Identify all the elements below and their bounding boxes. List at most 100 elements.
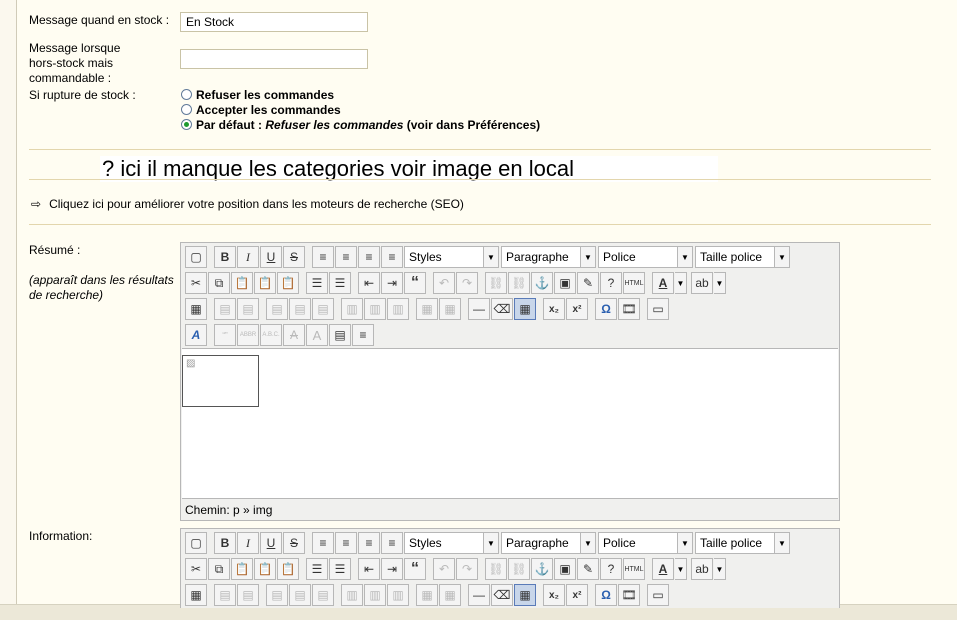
bold-button[interactable]: B: [214, 246, 236, 268]
insert-col-after-icon[interactable]: ▥: [364, 298, 386, 320]
copy-icon[interactable]: ⧉: [208, 272, 230, 294]
merge-cells-icon[interactable]: ▦: [439, 298, 461, 320]
chevron-down-icon[interactable]: ▼: [714, 558, 726, 580]
highlight-color-icon[interactable]: ab: [691, 272, 713, 294]
image-icon[interactable]: ▣: [554, 272, 576, 294]
help-icon[interactable]: ?: [600, 558, 622, 580]
cut-icon[interactable]: ✂: [185, 272, 207, 294]
font-color-icon[interactable]: A: [652, 272, 674, 294]
paragraph-select[interactable]: Paragraphe ▼: [501, 246, 596, 268]
underline-button[interactable]: U: [260, 246, 282, 268]
bullet-list-icon[interactable]: ☰: [306, 272, 328, 294]
delete-row-icon[interactable]: ▤: [312, 584, 334, 606]
radio-accept-orders[interactable]: Accepter les commandes: [181, 102, 341, 117]
paste-icon[interactable]: 📋: [231, 272, 253, 294]
instock-input[interactable]: [180, 12, 368, 32]
help-icon[interactable]: ?: [600, 272, 622, 294]
align-center-icon[interactable]: ≡: [335, 246, 357, 268]
radio-default[interactable]: Par défaut : Refuser les commandes (voir…: [181, 117, 540, 132]
row-props-icon[interactable]: ▤: [214, 584, 236, 606]
paste-text-icon[interactable]: 📋: [254, 272, 276, 294]
insert-row-after-icon[interactable]: ▤: [289, 298, 311, 320]
italic-button[interactable]: I: [237, 246, 259, 268]
align-justify-icon[interactable]: ≡: [381, 532, 403, 554]
chevron-down-icon[interactable]: ▼: [675, 558, 687, 580]
copy-icon[interactable]: ⧉: [208, 558, 230, 580]
fullscreen-icon[interactable]: ▭: [647, 584, 669, 606]
font-color-icon[interactable]: A: [652, 558, 674, 580]
font-select[interactable]: Police ▼: [598, 246, 693, 268]
style-props-icon[interactable]: A: [185, 324, 207, 346]
unlink-icon[interactable]: ⛓: [508, 272, 530, 294]
insert-row-before-icon[interactable]: ▤: [266, 584, 288, 606]
undo-icon[interactable]: ↶: [433, 272, 455, 294]
blockquote-icon[interactable]: “: [404, 558, 426, 580]
remove-format-icon[interactable]: ⌫: [491, 298, 513, 320]
pagebreak-icon[interactable]: ≡: [352, 324, 374, 346]
broken-image-placeholder[interactable]: ▨: [182, 355, 259, 407]
styles-select[interactable]: Styles ▼: [404, 532, 499, 554]
insert-col-before-icon[interactable]: ▥: [341, 584, 363, 606]
delete-row-icon[interactable]: ▤: [312, 298, 334, 320]
delete-text-icon[interactable]: A: [283, 324, 305, 346]
anchor-icon[interactable]: ⚓: [531, 272, 553, 294]
outdent-icon[interactable]: ⇤: [358, 558, 380, 580]
font-size-select[interactable]: Taille police ▼: [695, 246, 790, 268]
table-insert-icon[interactable]: ▦: [185, 584, 207, 606]
highlight-color-icon[interactable]: ab: [691, 558, 713, 580]
align-center-icon[interactable]: ≡: [335, 532, 357, 554]
new-document-icon[interactable]: ▢: [185, 246, 207, 268]
paste-text-icon[interactable]: 📋: [254, 558, 276, 580]
align-right-icon[interactable]: ≡: [358, 532, 380, 554]
cell-props-icon[interactable]: ▤: [237, 584, 259, 606]
anchor-icon[interactable]: ⚓: [531, 558, 553, 580]
align-left-icon[interactable]: ≡: [312, 532, 334, 554]
radio-button-selected[interactable]: [181, 119, 192, 130]
insert-row-before-icon[interactable]: ▤: [266, 298, 288, 320]
link-icon[interactable]: ⛓: [485, 272, 507, 294]
horizontal-rule-icon[interactable]: —: [468, 584, 490, 606]
indent-icon[interactable]: ⇥: [381, 558, 403, 580]
cut-icon[interactable]: ✂: [185, 558, 207, 580]
outofstock-input[interactable]: [180, 49, 368, 69]
font-size-select[interactable]: Taille police ▼: [695, 532, 790, 554]
cleanup-icon[interactable]: ✎: [577, 272, 599, 294]
superscript-button[interactable]: x²: [566, 584, 588, 606]
insert-col-before-icon[interactable]: ▥: [341, 298, 363, 320]
radio-refuse-orders[interactable]: Refuser les commandes: [181, 87, 334, 102]
attributes-icon[interactable]: A: [306, 324, 328, 346]
delete-col-icon[interactable]: ▥: [387, 298, 409, 320]
cleanup-icon[interactable]: ✎: [577, 558, 599, 580]
special-char-icon[interactable]: Ω: [595, 298, 617, 320]
radio-button[interactable]: [181, 104, 192, 115]
align-justify-icon[interactable]: ≡: [381, 246, 403, 268]
split-cells-icon[interactable]: ▦: [416, 298, 438, 320]
special-char-icon[interactable]: Ω: [595, 584, 617, 606]
media-icon[interactable]: 🎞: [618, 298, 640, 320]
seo-link[interactable]: ⇨ Cliquez ici pour améliorer votre posit…: [31, 197, 464, 211]
acronym-icon[interactable]: A.B.C.: [260, 324, 282, 346]
horizontal-rule-icon[interactable]: —: [468, 298, 490, 320]
html-source-icon[interactable]: HTML: [623, 272, 645, 294]
redo-icon[interactable]: ↷: [456, 558, 478, 580]
insert-row-after-icon[interactable]: ▤: [289, 584, 311, 606]
chevron-down-icon[interactable]: ▼: [675, 272, 687, 294]
font-select[interactable]: Police ▼: [598, 532, 693, 554]
cite-icon[interactable]: “”: [214, 324, 236, 346]
visual-aid-icon[interactable]: ▦: [514, 298, 536, 320]
numbered-list-icon[interactable]: ☰: [329, 272, 351, 294]
visual-aid-icon[interactable]: ▦: [514, 584, 536, 606]
media-icon[interactable]: 🎞: [618, 584, 640, 606]
paragraph-select[interactable]: Paragraphe ▼: [501, 532, 596, 554]
outdent-icon[interactable]: ⇤: [358, 272, 380, 294]
numbered-list-icon[interactable]: ☰: [329, 558, 351, 580]
chevron-down-icon[interactable]: ▼: [714, 272, 726, 294]
html-source-icon[interactable]: HTML: [623, 558, 645, 580]
subscript-button[interactable]: x₂: [543, 298, 565, 320]
link-icon[interactable]: ⛓: [485, 558, 507, 580]
subscript-button[interactable]: x₂: [543, 584, 565, 606]
template-icon[interactable]: ▤: [329, 324, 351, 346]
editor-content-area[interactable]: ▨: [182, 348, 838, 498]
strikethrough-button[interactable]: S: [283, 246, 305, 268]
paste-word-icon[interactable]: 📋: [277, 558, 299, 580]
